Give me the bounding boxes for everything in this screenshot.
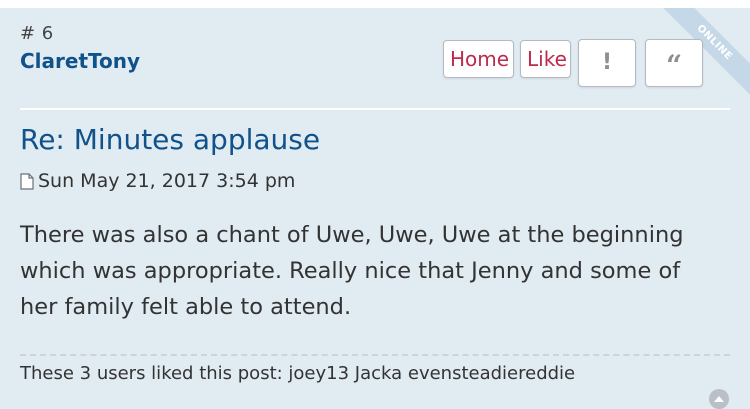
post-date: Sun May 21, 2017 3:54 pm xyxy=(38,170,296,192)
quote-icon: “ xyxy=(665,49,683,82)
post-meta: Sun May 21, 2017 3:54 pm xyxy=(20,170,295,192)
likes-divider xyxy=(20,354,730,356)
report-button[interactable]: ! xyxy=(578,39,636,87)
post-page-icon[interactable] xyxy=(20,172,34,190)
quote-button[interactable]: “ xyxy=(645,39,703,87)
exclamation-icon: ! xyxy=(601,50,613,75)
post-content: There was also a chant of Uwe, Uwe, Uwe … xyxy=(20,222,684,320)
home-button[interactable]: Home xyxy=(443,40,514,78)
back-to-top-icon[interactable] xyxy=(708,388,730,409)
header-divider xyxy=(20,108,730,110)
author-link[interactable]: ClaretTony xyxy=(20,49,140,73)
post-number: # 6 xyxy=(20,23,54,44)
like-button[interactable]: Like xyxy=(520,40,571,78)
post-title[interactable]: Re: Minutes applause xyxy=(20,123,320,156)
likes-list: These 3 users liked this post: joey13 Ja… xyxy=(20,363,576,384)
post-container: # 6 ClaretTony ONLINE Home Like ! “ Re: … xyxy=(0,8,750,409)
